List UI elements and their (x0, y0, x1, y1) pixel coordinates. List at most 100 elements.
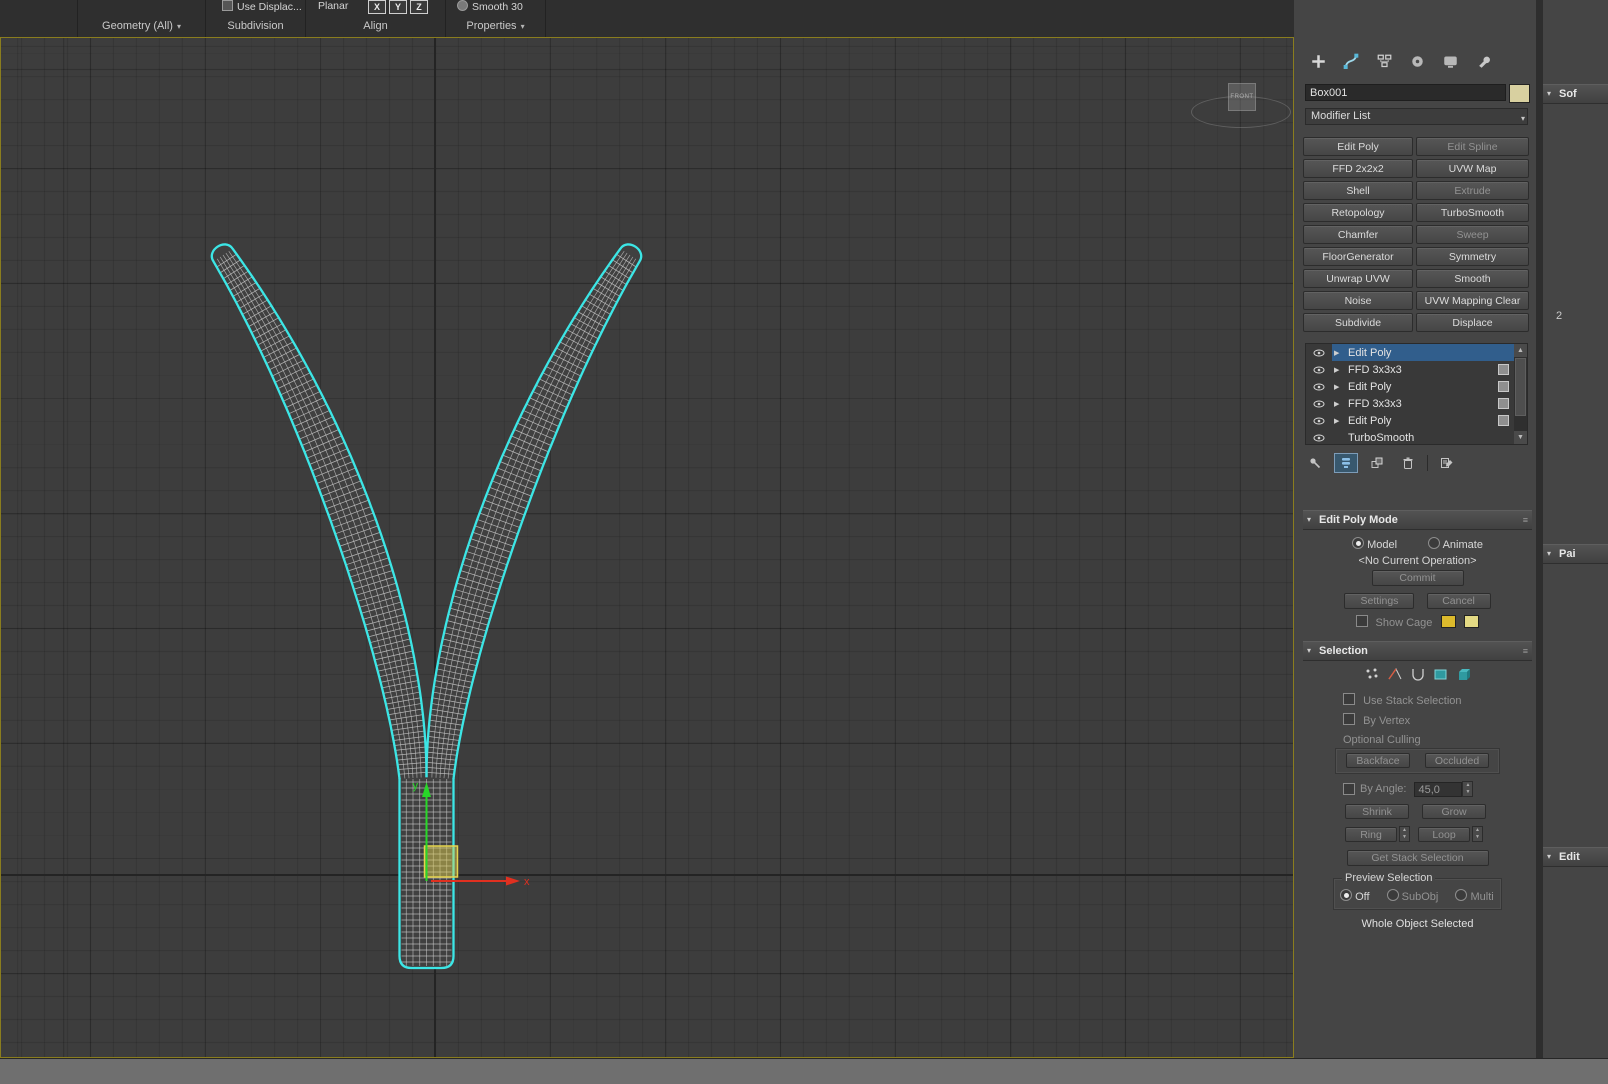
animate-radio[interactable]: Animate (1428, 537, 1483, 551)
modifier-button-displace[interactable]: Displace (1416, 313, 1529, 332)
cage-color-swatch[interactable] (1441, 615, 1457, 628)
edge-subobject-icon[interactable] (1386, 666, 1404, 685)
by-angle-checkbox[interactable] (1343, 783, 1355, 795)
stack-row-turbosmooth[interactable]: TurboSmooth (1306, 429, 1514, 444)
stack-row-ffd-3x3x3[interactable]: ▶ FFD 3x3x3 (1306, 361, 1514, 378)
modifier-button-edit-spline[interactable]: Edit Spline (1416, 137, 1529, 156)
use-stack-selection-row[interactable]: Use Stack Selection (1343, 693, 1532, 707)
object-name-input[interactable] (1305, 84, 1506, 101)
ring-spinner[interactable]: ▲ ▼ (1399, 826, 1410, 842)
loop-spinner[interactable]: ▲ ▼ (1472, 826, 1483, 842)
make-unique-icon[interactable] (1365, 453, 1389, 473)
get-stack-selection-button[interactable]: Get Stack Selection (1346, 850, 1489, 866)
by-angle-value-field[interactable]: 45,0 (1414, 781, 1463, 797)
axis-y-key[interactable]: Y (389, 0, 407, 14)
stack-row-ffd-3x3x3[interactable]: ▶ FFD 3x3x3 (1306, 395, 1514, 412)
ribbon-group-geometry[interactable]: Geometry (All) ▾ (78, 17, 205, 35)
rollout-header-selection[interactable]: ▾ Selection ≡ (1303, 641, 1532, 661)
stack-row-edit-poly[interactable]: ▶ Edit Poly (1306, 412, 1514, 429)
axis-z-key[interactable]: Z (410, 0, 428, 14)
expand-arrow-icon[interactable]: ▶ (1334, 383, 1344, 391)
configure-modifier-sets-icon[interactable] (1435, 453, 1459, 473)
modifier-toggle-square[interactable] (1498, 364, 1509, 375)
show-end-result-icon[interactable] (1334, 453, 1358, 473)
spin-down-icon[interactable]: ▼ (1475, 834, 1480, 840)
modifier-button-subdivide[interactable]: Subdivide (1303, 313, 1413, 332)
object-color-swatch[interactable] (1509, 84, 1530, 103)
shrink-button[interactable]: Shrink (1345, 804, 1409, 819)
by-vertex-row[interactable]: By Vertex (1343, 713, 1532, 727)
modifier-button-retopology[interactable]: Retopology (1303, 203, 1413, 222)
modifier-button-floorgenerator[interactable]: FloorGenerator (1303, 247, 1413, 266)
axis-x-key[interactable]: X (368, 0, 386, 14)
use-stack-selection-checkbox[interactable] (1343, 693, 1355, 705)
model-radio[interactable]: Model (1352, 537, 1397, 551)
expand-arrow-icon[interactable]: ▶ (1334, 366, 1344, 374)
spin-up-icon[interactable]: ▲ (1466, 782, 1471, 788)
modifier-toggle-square[interactable] (1498, 415, 1509, 426)
settings-button[interactable]: Settings (1344, 593, 1415, 609)
polygon-subobject-icon[interactable] (1432, 666, 1450, 685)
stack-row-edit-poly[interactable]: ▶ Edit Poly (1306, 378, 1514, 395)
panel-splitter[interactable] (1536, 0, 1543, 1058)
modify-tab-icon[interactable] (1339, 48, 1363, 74)
pin-stack-icon[interactable] (1303, 453, 1327, 473)
modifier-button-noise[interactable]: Noise (1303, 291, 1413, 310)
backface-button[interactable]: Backface (1346, 753, 1410, 768)
visibility-eye-icon[interactable] (1306, 344, 1332, 361)
show-cage-checkbox[interactable] (1356, 615, 1369, 627)
spin-up-icon[interactable]: ▲ (1402, 827, 1407, 833)
visibility-eye-icon[interactable] (1306, 361, 1332, 378)
hierarchy-tab-icon[interactable] (1372, 48, 1396, 74)
preview-subobj-radio[interactable]: SubObj (1386, 889, 1438, 903)
element-subobject-icon[interactable] (1455, 666, 1473, 685)
modifier-button-ffd-2x2x2[interactable]: FFD 2x2x2 (1303, 159, 1413, 178)
modifier-button-unwrap-uvw[interactable]: Unwrap UVW (1303, 269, 1413, 288)
ribbon-group-properties[interactable]: Properties ▾ (446, 17, 545, 35)
by-angle-spinner[interactable]: ▲ ▼ (1462, 781, 1474, 797)
spin-down-icon[interactable]: ▼ (1402, 834, 1407, 840)
modifier-toggle-square[interactable] (1498, 381, 1509, 392)
scroll-up-icon[interactable]: ▲ (1514, 344, 1527, 357)
create-tab-icon[interactable] (1306, 48, 1330, 74)
modifier-button-sweep[interactable]: Sweep (1416, 225, 1529, 244)
visibility-eye-icon[interactable] (1306, 429, 1332, 444)
modifier-button-uvw-mapping-clear[interactable]: UVW Mapping Clear (1416, 291, 1529, 310)
preview-off-radio[interactable]: Off (1340, 889, 1370, 903)
cage-selected-color-swatch[interactable] (1463, 615, 1479, 628)
visibility-eye-icon[interactable] (1306, 412, 1332, 429)
expand-arrow-icon[interactable]: ▶ (1334, 417, 1344, 425)
modifier-button-smooth[interactable]: Smooth (1416, 269, 1529, 288)
spin-up-icon[interactable]: ▲ (1475, 827, 1480, 833)
modifier-button-shell[interactable]: Shell (1303, 181, 1413, 200)
scroll-down-icon[interactable]: ▼ (1514, 431, 1527, 444)
motion-tab-icon[interactable] (1405, 48, 1429, 74)
by-vertex-checkbox[interactable] (1343, 713, 1355, 725)
modifier-button-chamfer[interactable]: Chamfer (1303, 225, 1413, 244)
rollout-header-edit[interactable]: ▾ Edit (1543, 847, 1608, 867)
spin-down-icon[interactable]: ▼ (1466, 789, 1471, 795)
smooth-30-button[interactable]: Smooth 30 (457, 0, 523, 13)
display-tab-icon[interactable] (1438, 48, 1462, 74)
occluded-button[interactable]: Occluded (1425, 753, 1490, 768)
modifier-button-turbosmooth[interactable]: TurboSmooth (1416, 203, 1529, 222)
rollout-header-paint[interactable]: ▾ Pai (1543, 544, 1608, 564)
planar-button[interactable]: Planar (318, 0, 348, 13)
vertex-subobject-icon[interactable] (1363, 666, 1381, 685)
use-displacement-toggle[interactable]: Use Displac... (222, 0, 302, 13)
border-subobject-icon[interactable] (1409, 666, 1427, 685)
rollout-header-edit-poly-mode[interactable]: ▾ Edit Poly Mode ≡ (1303, 510, 1532, 530)
scrollbar-thumb[interactable] (1515, 358, 1526, 416)
ribbon-group-subdivision[interactable]: Subdivision (206, 17, 305, 35)
loop-button[interactable]: Loop (1418, 826, 1470, 842)
modifier-button-uvw-map[interactable]: UVW Map (1416, 159, 1529, 178)
viewport-front[interactable]: yx FRONT (0, 37, 1294, 1058)
expand-arrow-icon[interactable]: ▶ (1334, 349, 1344, 357)
utilities-tab-icon[interactable] (1471, 48, 1495, 74)
ring-button[interactable]: Ring (1345, 826, 1397, 842)
modifier-toggle-square[interactable] (1498, 398, 1509, 409)
preview-multi-radio[interactable]: Multi (1455, 889, 1494, 903)
visibility-eye-icon[interactable] (1306, 395, 1332, 412)
stack-row-edit-poly[interactable]: ▶ Edit Poly (1306, 344, 1514, 361)
cancel-button[interactable]: Cancel (1426, 593, 1491, 609)
